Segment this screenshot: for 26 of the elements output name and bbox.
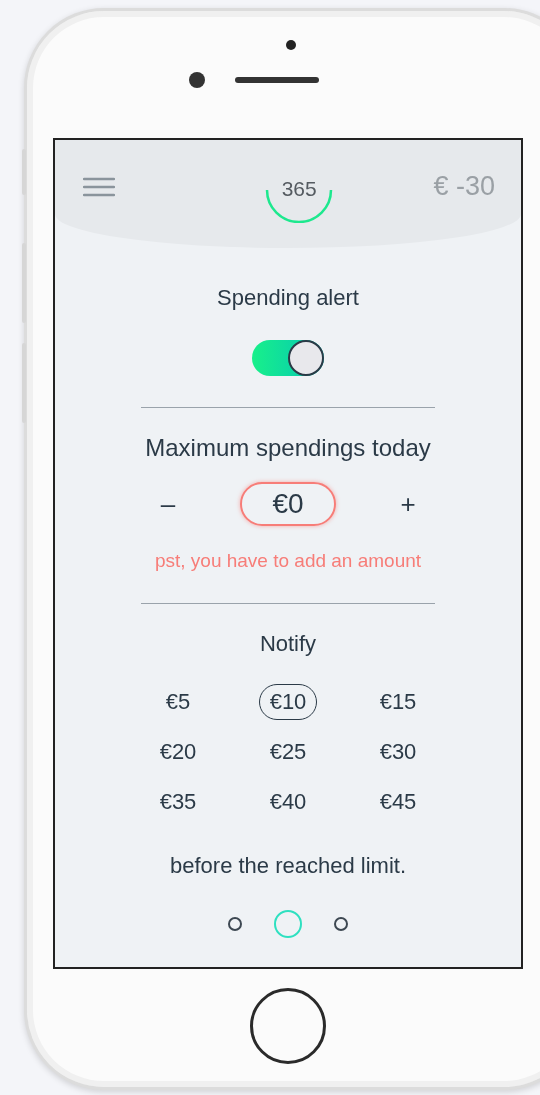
home-button[interactable] [250, 988, 326, 1064]
section-title: Notify [259, 630, 317, 658]
toggle-switch[interactable] [252, 340, 324, 376]
page-dot[interactable] [228, 917, 242, 931]
amount-option[interactable]: €15 [368, 684, 428, 720]
balance-amount: € -30 [433, 171, 495, 202]
amount-option[interactable]: €5 [154, 684, 202, 720]
amount-option[interactable]: €35 [148, 784, 208, 820]
section-title: Spending alert [217, 284, 359, 312]
error-message: pst, you have to add an amount [154, 550, 422, 572]
section-title: Maximum spendings today [145, 434, 431, 462]
amount-option[interactable]: €45 [368, 784, 428, 820]
day-counter: 365 [281, 177, 317, 201]
amount-option[interactable]: €40 [258, 784, 318, 820]
amount-option[interactable]: €25 [258, 734, 318, 770]
minus-button[interactable]: – [128, 488, 208, 520]
speaker-icon [234, 77, 319, 83]
page-dot[interactable] [334, 917, 348, 931]
sensor-icon [286, 40, 296, 50]
plus-button[interactable]: + [368, 488, 448, 520]
camera-icon [188, 72, 205, 88]
menu-icon[interactable] [83, 177, 115, 197]
footer-text: before the reached limit. [170, 852, 406, 880]
amount-option[interactable]: €30 [368, 734, 428, 770]
amount-field[interactable]: €0 [240, 482, 336, 526]
amount-option[interactable]: €20 [148, 734, 208, 770]
